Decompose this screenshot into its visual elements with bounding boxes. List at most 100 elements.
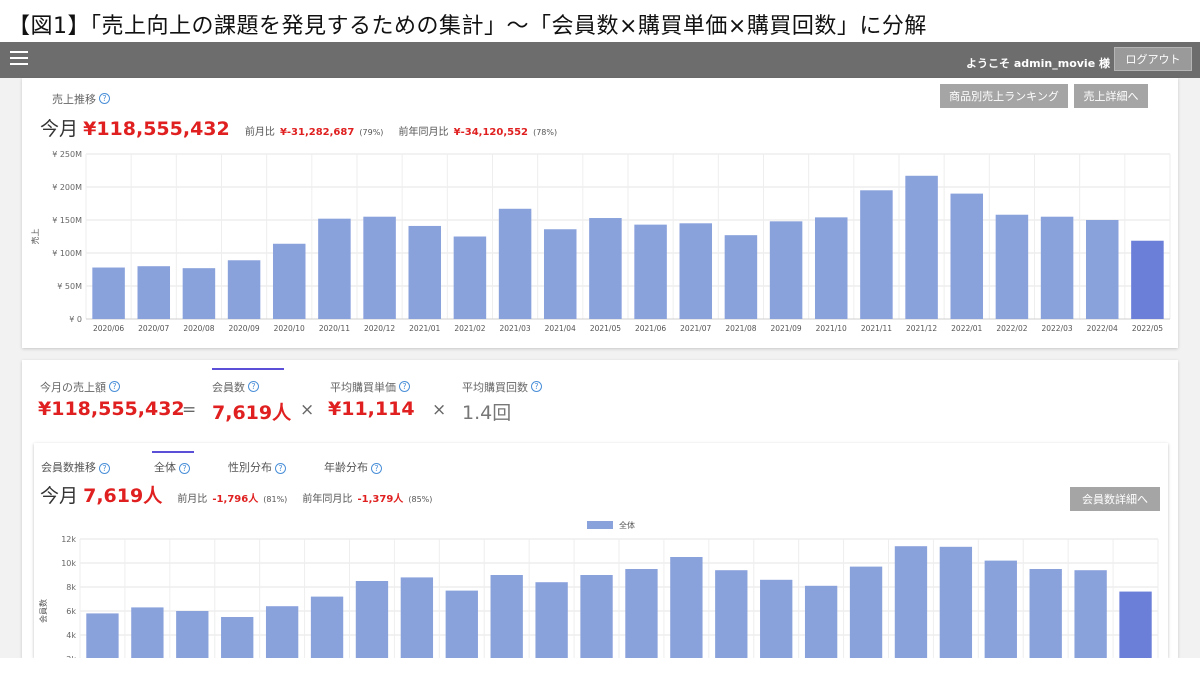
bar[interactable] <box>580 575 613 659</box>
frequency-label: 平均購買回数 <box>462 381 528 394</box>
members-summary: 今月 7,619人 前月比 -1,796人 (81%) 前年同月比 -1,379… <box>40 481 432 508</box>
bar[interactable] <box>814 217 848 319</box>
members-this-month-label: 今月 <box>40 485 79 507</box>
bar[interactable] <box>453 236 487 320</box>
bar[interactable] <box>625 569 658 659</box>
tab-gender[interactable]: 性別分布? <box>228 459 286 475</box>
bar[interactable] <box>272 243 306 319</box>
tab-member-trend[interactable]: 会員数推移? <box>41 459 110 475</box>
x-tick-label: 2021/01 <box>409 324 440 333</box>
bar[interactable] <box>860 190 893 319</box>
y-tick-label: ¥ 50M <box>57 282 82 291</box>
x-tick-label: 2021/02 <box>454 324 485 333</box>
product-ranking-button[interactable]: 商品別売上ランキング <box>940 84 1068 108</box>
bar[interactable] <box>131 607 164 659</box>
bar[interactable] <box>182 268 216 319</box>
bar[interactable] <box>310 596 344 659</box>
bar[interactable] <box>939 546 973 659</box>
help-icon[interactable]: ? <box>99 93 110 104</box>
welcome-message: ようこそ admin_movie 様 <box>966 57 1110 70</box>
help-icon[interactable]: ? <box>248 381 259 392</box>
members-this-month-value: 7,619人 <box>83 485 163 507</box>
formula-unit-price-value: ¥11,114 <box>328 398 415 420</box>
bar[interactable] <box>1085 220 1119 319</box>
tab-age[interactable]: 年齢分布? <box>324 459 382 475</box>
bar[interactable] <box>760 579 793 659</box>
bar[interactable] <box>265 606 299 659</box>
members-yoy-value: -1,379人 <box>357 494 404 505</box>
bar[interactable] <box>221 617 254 659</box>
members-mom-pct: (81%) <box>263 495 288 504</box>
sales-trend-card: 売上推移? 商品別売上ランキング 売上詳細へ 今月 ¥118,555,432 前… <box>22 78 1178 348</box>
bar[interactable] <box>1074 570 1107 659</box>
times-sign-2: × <box>432 400 447 420</box>
x-tick-label: 2021/09 <box>770 324 801 333</box>
unit-price-label-wrap: 平均購買単価? <box>330 376 410 395</box>
sales-detail-button[interactable]: 売上詳細へ <box>1074 84 1148 108</box>
bar[interactable] <box>176 611 209 659</box>
bar[interactable] <box>905 175 938 319</box>
top-navigation-bar: ようこそ admin_movie 様 ログアウト <box>0 42 1200 78</box>
bar[interactable] <box>490 575 523 659</box>
tab-all[interactable]: 全体? <box>154 459 190 475</box>
mom-pct: (79%) <box>359 128 384 137</box>
help-icon[interactable]: ? <box>399 381 410 392</box>
x-tick-label: 2021/08 <box>725 324 756 333</box>
bar[interactable] <box>543 229 577 319</box>
bar[interactable] <box>1029 569 1062 659</box>
bar[interactable] <box>400 577 434 659</box>
formula-frequency-value: 1.4回 <box>462 402 512 424</box>
y-tick-label: ¥ 150M <box>52 216 82 225</box>
x-tick-label: 2021/03 <box>499 324 530 333</box>
bar[interactable] <box>634 224 667 319</box>
bar[interactable] <box>227 260 261 319</box>
members-yoy-label: 前年同月比 <box>302 494 353 505</box>
member-detail-button[interactable]: 会員数詳細へ <box>1070 487 1160 511</box>
members-label-wrap: 会員数? <box>212 376 259 395</box>
equals-sign: = <box>182 400 197 420</box>
bar[interactable] <box>724 235 758 319</box>
bar[interactable] <box>355 581 389 659</box>
menu-icon[interactable] <box>10 51 28 65</box>
yoy-pct: (78%) <box>533 128 558 137</box>
help-icon[interactable]: ? <box>531 381 542 392</box>
bar[interactable] <box>86 613 119 659</box>
x-tick-label: 2020/07 <box>138 324 169 333</box>
bar[interactable] <box>950 193 984 319</box>
bar[interactable] <box>984 560 1017 659</box>
bar[interactable] <box>769 221 803 319</box>
yoy-value: ¥-34,120,552 <box>453 127 528 138</box>
help-icon[interactable]: ? <box>99 462 110 474</box>
bar[interactable] <box>894 546 928 659</box>
bar[interactable] <box>1040 216 1074 319</box>
help-icon[interactable]: ? <box>179 462 190 474</box>
bar[interactable] <box>1119 591 1152 659</box>
bar[interactable] <box>363 216 396 319</box>
bar[interactable] <box>715 570 748 659</box>
bar[interactable] <box>589 218 622 319</box>
bar[interactable] <box>498 208 532 319</box>
bar[interactable] <box>849 566 883 659</box>
logout-button[interactable]: ログアウト <box>1114 47 1192 71</box>
help-icon[interactable]: ? <box>109 381 120 392</box>
y-tick-label: ¥ 200M <box>52 183 82 192</box>
bar[interactable] <box>318 218 351 319</box>
mom-value: ¥-31,282,687 <box>279 127 355 138</box>
help-icon[interactable]: ? <box>275 462 286 474</box>
tab-gender-label: 性別分布 <box>228 461 272 474</box>
bar[interactable] <box>408 225 442 319</box>
bar[interactable] <box>445 590 478 659</box>
x-tick-label: 2020/11 <box>319 324 350 333</box>
this-month-sales: ¥118,555,432 <box>83 118 230 140</box>
bar[interactable] <box>804 585 838 659</box>
tab-age-label: 年齢分布 <box>324 461 368 474</box>
bar[interactable] <box>679 223 713 319</box>
help-icon[interactable]: ? <box>371 462 382 474</box>
bar[interactable] <box>92 267 125 319</box>
bar[interactable] <box>995 214 1029 319</box>
bar[interactable] <box>670 557 703 659</box>
x-tick-label: 2021/10 <box>816 324 847 333</box>
bar[interactable] <box>1131 240 1164 319</box>
bar[interactable] <box>535 582 568 659</box>
bar[interactable] <box>137 266 171 319</box>
